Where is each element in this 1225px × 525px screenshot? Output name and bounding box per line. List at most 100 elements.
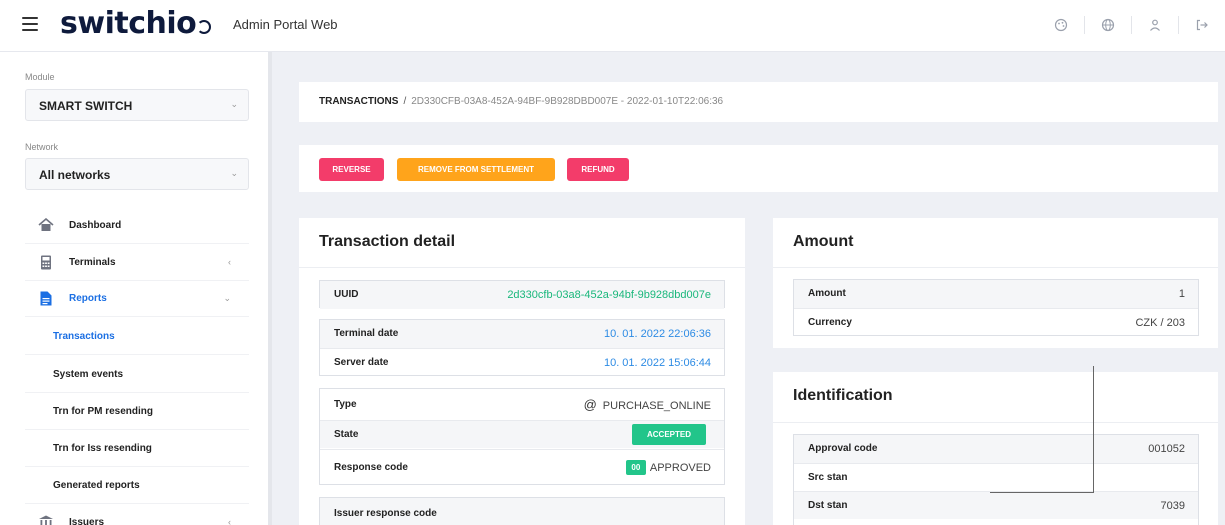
- reverse-button[interactable]: REVERSE: [319, 158, 384, 181]
- issuer-response-code-label: Issuer response code: [334, 508, 437, 519]
- identification-card: Identification Approval code 001052 Src …: [773, 372, 1218, 525]
- breadcrumb-current: 2D330CFB-03A8-452A-94BF-9B928DBD007E - 2…: [411, 96, 724, 107]
- user-icon[interactable]: [1144, 14, 1166, 36]
- file-icon: [38, 291, 54, 307]
- app-logo[interactable]: switchio: [60, 6, 212, 41]
- breadcrumb: TRANSACTIONS / 2D330CFB-03A8-452A-94BF-9B9…: [299, 82, 1218, 122]
- table-row: UUID 2d330cfb-03a8-452a-94bf-9b928dbd007…: [320, 281, 724, 309]
- type-value-wrap: @ PURCHASE_ONLINE: [584, 397, 711, 412]
- chevron-down-icon: ⌄: [223, 293, 231, 303]
- card-title: Amount: [793, 233, 854, 250]
- state-label: State: [334, 429, 359, 440]
- uuid-table: UUID 2d330cfb-03a8-452a-94bf-9b928dbd007…: [319, 280, 725, 309]
- dates-table: Terminal date 10. 01. 2022 22:06:36 Serv…: [319, 319, 725, 376]
- type-label: Type: [334, 399, 357, 410]
- transaction-detail-card: Transaction detail UUID 2d330cfb-03a8-45…: [299, 218, 745, 525]
- table-row: Currency CZK / 203: [794, 308, 1198, 336]
- table-row: Approval code 001052: [794, 435, 1198, 463]
- approval-code-label: Approval code: [808, 443, 878, 454]
- dst-stan-label: Dst stan: [808, 500, 848, 511]
- issuer-response-table: Issuer response code: [319, 497, 725, 525]
- remove-from-settlement-button[interactable]: REMOVE FROM SETTLEMENT: [397, 158, 555, 181]
- divider: [299, 267, 745, 268]
- logo-ring-icon: [197, 20, 212, 34]
- table-row: Amount 1: [794, 280, 1198, 308]
- table-row: Response code 00 APPROVED: [320, 449, 724, 485]
- divider: [773, 267, 1218, 268]
- sidebar-subitem-generated-reports[interactable]: Generated reports: [25, 467, 249, 504]
- response-code-value-wrap: 00 APPROVED: [625, 460, 711, 475]
- hamburger-menu-icon[interactable]: [22, 17, 38, 31]
- chevron-left-icon: ‹: [228, 257, 231, 267]
- identification-table: Approval code 001052 Src stan Dst stan 7…: [793, 434, 1199, 525]
- server-date-value: 10. 01. 2022 15:06:44: [603, 357, 711, 369]
- sidebar-subitem-label: Transactions: [53, 331, 115, 342]
- server-date-label: Server date: [334, 357, 389, 368]
- module-label: Module: [25, 72, 55, 82]
- table-row: Dst stan 7039: [794, 491, 1198, 519]
- chevron-down-icon: ⌄: [230, 168, 238, 178]
- sidebar-subitem-label: System events: [53, 369, 124, 380]
- sidebar-subitem-label: Trn for Iss resending: [53, 443, 152, 454]
- sidebar-item-label: Dashboard: [69, 220, 122, 231]
- sidebar-item-terminals[interactable]: Terminals ‹: [25, 245, 249, 281]
- currency-value: CZK / 203: [1135, 317, 1185, 329]
- sidebar-subitem-transactions[interactable]: Transactions: [25, 318, 249, 355]
- amount-value: 1: [1178, 288, 1185, 300]
- portal-name: Admin Portal Web: [233, 17, 338, 32]
- sidebar-item-reports[interactable]: Reports ⌄: [25, 281, 249, 317]
- card-title: Identification: [793, 387, 893, 404]
- card-title: Transaction detail: [319, 233, 456, 250]
- breadcrumb-root-link[interactable]: TRANSACTIONS: [319, 96, 398, 107]
- sidebar-item-label: Terminals: [69, 257, 116, 268]
- terminal-date-value: 10. 01. 2022 22:06:36: [603, 328, 711, 340]
- table-row: Server date 10. 01. 2022 15:06:44: [320, 348, 724, 376]
- home-icon: [38, 217, 54, 234]
- status-badge: ACCEPTED: [632, 424, 706, 445]
- terminal-icon: [38, 255, 54, 271]
- dst-stan-value: 7039: [1160, 500, 1185, 512]
- logo-text: switchio: [60, 6, 197, 41]
- divider: [1178, 16, 1179, 34]
- sidebar-item-label: Reports: [69, 293, 107, 304]
- sidebar-subitem-label: Trn for PM resending: [53, 406, 154, 417]
- sidebar-subitem-system-events[interactable]: System events: [25, 356, 249, 393]
- uuid-value: 2d330cfb-03a8-452a-94bf-9b928dbd007e: [507, 289, 711, 301]
- module-select[interactable]: SMART SWITCH ⌄: [25, 89, 249, 121]
- approval-code-value: 001052: [1148, 443, 1185, 455]
- sidebar-item-dashboard[interactable]: Dashboard: [25, 208, 249, 244]
- table-row: State ACCEPTED: [320, 420, 724, 448]
- divider: [1084, 16, 1085, 34]
- at-sign-icon: @: [583, 397, 597, 412]
- sidebar-border: [268, 52, 272, 525]
- network-select[interactable]: All networks ⌄: [25, 158, 249, 190]
- sidebar-subitem-label: Generated reports: [53, 480, 140, 491]
- type-value: PURCHASE_ONLINE: [602, 400, 711, 412]
- breadcrumb-separator: /: [403, 96, 407, 107]
- currency-label: Currency: [808, 317, 852, 328]
- amount-card: Amount Amount 1 Currency CZK / 203: [773, 218, 1218, 348]
- logout-icon[interactable]: [1191, 14, 1213, 36]
- globe-icon[interactable]: [1097, 14, 1119, 36]
- sidebar-item-issuers[interactable]: Issuers ‹: [25, 505, 249, 525]
- divider: [1131, 16, 1132, 34]
- sidebar-item-label: Issuers: [69, 517, 105, 525]
- table-row: Type @ PURCHASE_ONLINE: [320, 389, 724, 420]
- sidebar-subitem-trn-pm-resending[interactable]: Trn for PM resending: [25, 393, 249, 430]
- chevron-left-icon: ‹: [228, 517, 231, 525]
- divider: [773, 422, 1218, 423]
- sidebar-subitem-trn-iss-resending[interactable]: Trn for Iss resending: [25, 430, 249, 467]
- uuid-label: UUID: [334, 289, 359, 300]
- palette-icon[interactable]: [1050, 14, 1072, 36]
- refund-button[interactable]: REFUND: [567, 158, 629, 181]
- network-label: Network: [25, 142, 59, 152]
- table-row: Src stan: [794, 463, 1198, 491]
- top-bar: switchio Admin Portal Web: [0, 0, 1225, 52]
- table-row: Issuer response code: [320, 498, 724, 525]
- sidebar: Module SMART SWITCH ⌄ Network All networ…: [0, 52, 268, 525]
- table-row: Terminal date 10. 01. 2022 22:06:36: [320, 320, 724, 348]
- network-select-value: All networks: [39, 168, 111, 182]
- amount-label: Amount: [808, 288, 846, 299]
- annotation-line: [990, 492, 1094, 493]
- module-select-value: SMART SWITCH: [39, 99, 133, 113]
